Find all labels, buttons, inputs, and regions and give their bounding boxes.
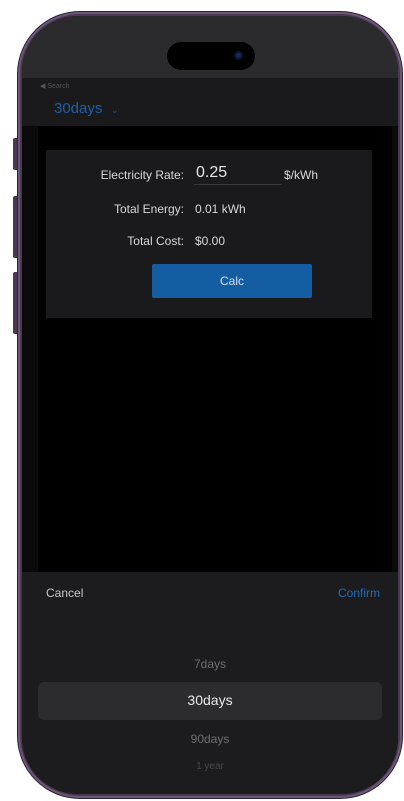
confirm-button[interactable]: Confirm (338, 586, 380, 600)
screenshot-stage: ◀ Search 30days ⌄ Electricity Rate: $/kWh… (0, 0, 404, 801)
rate-unit-label: $/kWh (284, 168, 319, 182)
phone-screen: ◀ Search 30days ⌄ Electricity Rate: $/kWh… (22, 16, 398, 794)
back-link[interactable]: ◀ Search (40, 82, 70, 90)
status-bar (22, 16, 398, 78)
period-selector-label: 30days (54, 100, 103, 117)
period-selector[interactable]: 30days ⌄ (54, 100, 119, 117)
dynamic-island (167, 42, 255, 70)
cancel-button[interactable]: Cancel (46, 586, 83, 600)
picker-option-1year[interactable]: 1 year (22, 761, 398, 772)
total-energy-label: Total Energy: (113, 202, 184, 216)
chevron-down-icon: ⌄ (110, 105, 119, 116)
electricity-rate-input[interactable] (194, 162, 282, 185)
calc-button[interactable]: Calc (152, 264, 312, 298)
camera-dot-icon (234, 51, 243, 60)
picker-option-7days[interactable]: 7days (22, 657, 398, 671)
picker-option-90days[interactable]: 90days (22, 732, 398, 746)
calculator-card: Electricity Rate: $/kWh Total Energy: 0.… (46, 150, 372, 318)
picker-option-30days[interactable]: 30days (22, 692, 398, 708)
total-energy-value: 0.01 kWh (195, 202, 246, 216)
navigation-bar: ◀ Search 30days ⌄ (22, 78, 398, 126)
total-cost-label: Total Cost: (127, 234, 184, 248)
electricity-rate-label: Electricity Rate: (100, 168, 184, 182)
total-cost-value: $0.00 (195, 234, 226, 248)
